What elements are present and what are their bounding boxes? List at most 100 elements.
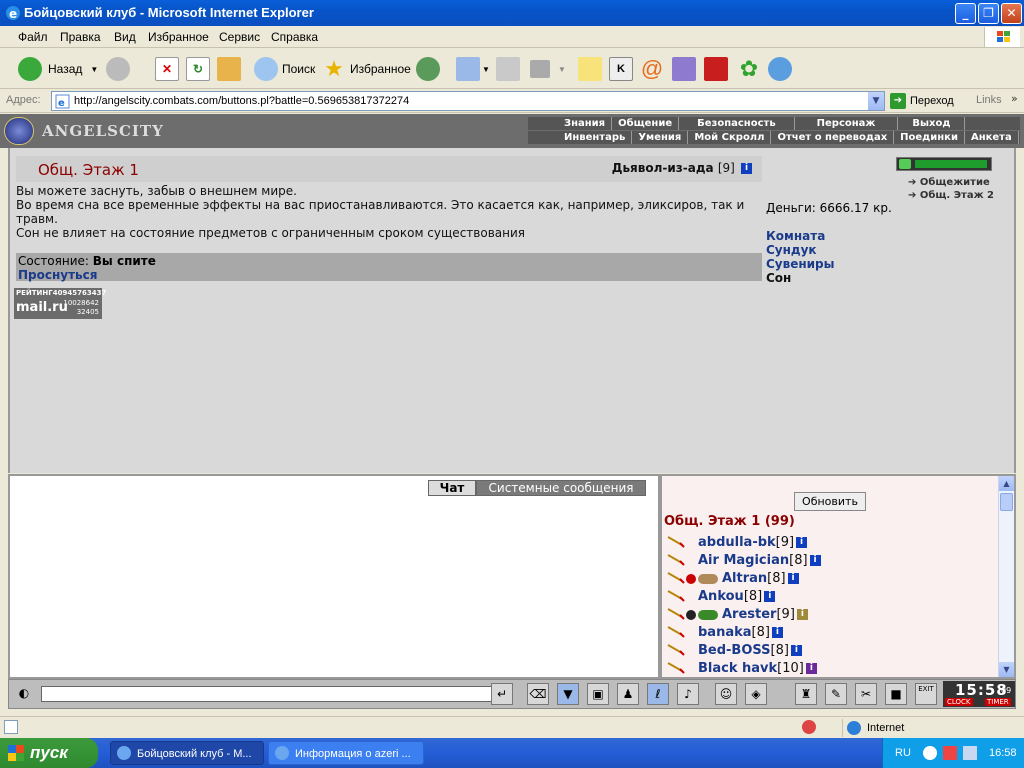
language-indicator[interactable]: RU	[895, 738, 911, 768]
address-dropdown-icon[interactable]: ▼	[868, 92, 884, 110]
tray-expand-icon[interactable]	[923, 746, 937, 760]
save-log-icon[interactable]: ▣	[587, 683, 609, 705]
user-name[interactable]: banaka[8] i	[698, 625, 783, 640]
stop-button[interactable]: ✕	[155, 55, 179, 83]
research-button[interactable]	[672, 55, 696, 83]
music-icon[interactable]: ♪	[677, 683, 699, 705]
network-tray-icon[interactable]	[963, 746, 977, 760]
wake-up-link[interactable]: Проснуться	[18, 268, 97, 282]
attack-sword-icon[interactable]	[666, 607, 686, 621]
lock-icon[interactable]: ■	[885, 683, 907, 705]
nav-knowledge[interactable]: Знания	[558, 117, 613, 130]
icq-button[interactable]: ✿	[737, 55, 761, 83]
users-scrollbar[interactable]: ▲ ▼	[998, 476, 1014, 677]
scroll-up-icon[interactable]: ▲	[999, 476, 1014, 491]
attack-sword-icon[interactable]	[666, 553, 686, 567]
note-button[interactable]	[578, 55, 602, 83]
exit-dormitory[interactable]: ➔ Общежитие	[908, 176, 994, 189]
exit-floor-2[interactable]: ➔ Общ. Этаж 2	[908, 189, 994, 202]
maximize-button[interactable]: ❐	[978, 3, 999, 24]
nav-profile[interactable]: Анкета	[965, 131, 1019, 144]
scroll-icon[interactable]: ✎	[825, 683, 847, 705]
scroll-thumb[interactable]	[1000, 493, 1013, 511]
chat-input[interactable]	[41, 686, 495, 702]
smile-icon[interactable]: ☺	[715, 683, 737, 705]
info-icon[interactable]: i	[790, 645, 802, 656]
refresh-list-button[interactable]: Обновить	[794, 492, 866, 511]
messenger-button[interactable]	[768, 55, 792, 83]
info-icon[interactable]: i	[764, 591, 776, 602]
info-icon[interactable]: i	[741, 163, 752, 174]
user-name[interactable]: Air Magician[8] i	[698, 553, 821, 568]
info-icon[interactable]: i	[771, 627, 783, 638]
info-icon[interactable]: i	[796, 537, 808, 548]
info-icon[interactable]: i	[787, 573, 799, 584]
translit-icon[interactable]: ℓ	[647, 683, 669, 705]
link-chest[interactable]: Сундук	[766, 243, 835, 257]
links-toolbar[interactable]: Links	[976, 94, 1002, 106]
info-icon[interactable]: i	[805, 663, 817, 674]
rating-counter[interactable]: РЕЙТИНГ40945763437 10028642 mail.ru 3240…	[14, 288, 106, 319]
timer-label[interactable]: TIMER	[985, 698, 1011, 706]
nav-character[interactable]: Персонаж	[795, 117, 899, 130]
chevron-right-icon[interactable]: »	[1011, 92, 1018, 105]
search-button[interactable]: Поиск	[254, 55, 315, 83]
info-icon[interactable]: i	[796, 609, 808, 620]
user-name[interactable]: Bed-BOSS[8] i	[698, 643, 802, 658]
attack-sword-icon[interactable]	[666, 589, 686, 603]
scroll-down-icon[interactable]: ▼	[999, 662, 1014, 677]
task-info-azeri[interactable]: Информация о azeri ...	[268, 741, 424, 765]
menu-edit[interactable]: Правка	[60, 30, 101, 44]
k-button[interactable]: K	[609, 55, 633, 83]
mail-button[interactable]: ▼	[456, 55, 490, 83]
nav-skills[interactable]: Умения	[632, 131, 689, 144]
security-tray-icon[interactable]	[943, 746, 957, 760]
menu-view[interactable]: Вид	[114, 30, 136, 44]
menu-tools[interactable]: Сервис	[219, 30, 260, 44]
user-name[interactable]: Arester[9] i	[722, 607, 808, 622]
kaspersky-button[interactable]	[704, 55, 728, 83]
start-button[interactable]: пуск	[0, 738, 98, 768]
user-name[interactable]: Ankou[8] i	[698, 589, 776, 604]
go-button[interactable]: ➔ Переход	[890, 92, 954, 110]
exit-icon[interactable]: EXIT	[915, 683, 937, 705]
attack-sword-icon[interactable]	[666, 661, 686, 675]
walk-icon[interactable]: ♟	[617, 683, 639, 705]
attack-sword-icon[interactable]	[666, 571, 686, 585]
print-button[interactable]	[496, 55, 520, 83]
helmet-icon[interactable]: ◈	[745, 683, 767, 705]
user-name[interactable]: abdulla-bk[9] i	[698, 535, 808, 550]
refresh-page-button[interactable]: ↻	[186, 55, 210, 83]
task-fight-club[interactable]: Бойцовский клуб - М...	[110, 741, 264, 765]
tab-chat[interactable]: Чат	[428, 480, 476, 496]
link-souvenirs[interactable]: Сувениры	[766, 257, 835, 271]
filter-icon[interactable]: ▼	[557, 683, 579, 705]
nav-my-scroll[interactable]: Мой Скролл	[688, 131, 772, 144]
user-name[interactable]: Altran[8] i	[722, 571, 799, 586]
favorites-button[interactable]: ★ Избранное	[322, 55, 411, 83]
history-button[interactable]	[416, 55, 440, 83]
user-name[interactable]: Black havk[10] i	[698, 661, 817, 676]
attack-sword-icon[interactable]	[666, 643, 686, 657]
menu-help[interactable]: Справка	[271, 30, 318, 44]
nav-battles[interactable]: Поединки	[894, 131, 965, 144]
at-button[interactable]: @	[640, 55, 664, 83]
nav-security[interactable]: Безопасность	[679, 117, 795, 130]
attack-sword-icon[interactable]	[666, 535, 686, 549]
info-icon[interactable]: i	[809, 555, 821, 566]
nav-inventory[interactable]: Инвентарь	[558, 131, 633, 144]
popup-blocked-icon[interactable]	[802, 720, 816, 734]
menu-file[interactable]: Файл	[18, 30, 48, 44]
address-input[interactable]: e http://angelscity.combats.com/buttons.…	[51, 91, 885, 111]
minimize-button[interactable]: _	[955, 3, 976, 24]
nav-exit[interactable]: Выход	[898, 117, 966, 130]
tab-system-messages[interactable]: Системные сообщения	[476, 480, 646, 496]
home-button[interactable]	[217, 55, 241, 83]
edit-button[interactable]: ▼	[530, 55, 566, 83]
back-button[interactable]: Назад ▼	[18, 55, 98, 83]
nav-communication[interactable]: Общение	[612, 117, 680, 130]
menu-favorites[interactable]: Избранное	[148, 30, 209, 44]
forward-button[interactable]	[106, 55, 130, 83]
clock-label[interactable]: CLOCK	[945, 698, 973, 706]
eraser-icon[interactable]: ⌫	[527, 683, 549, 705]
